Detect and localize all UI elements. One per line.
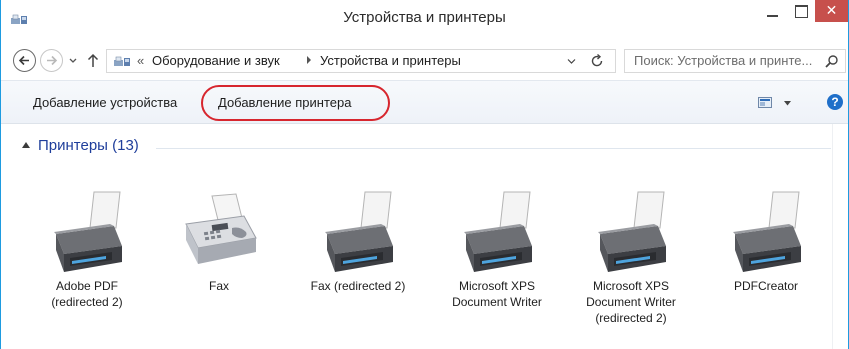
forward-arrow-icon [47, 55, 58, 66]
explorer-window: Устройства и принтеры ✕ « Оборудование и… [0, 0, 849, 349]
breadcrumb-overflow[interactable]: « [137, 53, 144, 68]
search-placeholder: Поиск: Устройства и принте... [634, 53, 813, 68]
devices-content-area: Принтеры (13) Adobe PDF (redirected 2) F… [1, 124, 848, 349]
breadcrumb-separator-icon[interactable] [307, 56, 311, 64]
title-bar[interactable]: Устройства и принтеры ✕ [1, 0, 848, 40]
printer-icon [464, 191, 532, 272]
device-label: Microsoft XPS Document Writer (redirecte… [586, 279, 676, 325]
up-arrow-icon[interactable] [86, 52, 100, 68]
printer-icon [54, 191, 122, 272]
close-button[interactable]: ✕ [815, 0, 848, 22]
printer-icon [733, 191, 801, 272]
address-dropdown-icon[interactable] [567, 58, 576, 65]
device-label: Fax (redirected 2) [310, 279, 406, 293]
address-bar[interactable]: « Оборудование и звук Устройства и принт… [106, 49, 616, 73]
change-view-icon[interactable] [758, 97, 772, 108]
forward-button[interactable] [40, 49, 63, 72]
devices-location-icon [114, 56, 130, 66]
device-label: Fax [208, 279, 229, 293]
device-label: Microsoft XPS Document Writer [452, 279, 542, 309]
window-title: Устройства и принтеры [343, 9, 506, 26]
group-collapse-triangle-icon[interactable] [22, 142, 30, 148]
minimize-button[interactable] [758, 0, 786, 22]
back-arrow-icon [18, 55, 29, 66]
printers-group-header[interactable]: Принтеры (13) [38, 137, 139, 154]
search-field[interactable]: Поиск: Устройства и принте... [624, 49, 846, 73]
add-device-button[interactable]: Добавление устройства [33, 95, 177, 110]
printer-icon [598, 191, 666, 272]
back-button[interactable] [13, 49, 36, 72]
search-icon[interactable] [824, 54, 839, 69]
help-icon[interactable]: ? [827, 94, 843, 110]
vertical-scrollbar[interactable] [832, 124, 848, 349]
recent-locations-chevron-icon[interactable] [68, 54, 78, 66]
device-label: PDFCreator [733, 279, 798, 293]
breadcrumb-devices-and-printers[interactable]: Устройства и принтеры [320, 53, 461, 68]
view-options-dropdown-icon[interactable] [784, 101, 791, 106]
add-printer-button[interactable]: Добавление принтера [218, 95, 351, 110]
device-label: Adobe PDF (redirected 2) [51, 279, 123, 309]
printer-icon [325, 191, 393, 272]
group-divider [156, 148, 831, 149]
breadcrumb-hardware-and-sound[interactable]: Оборудование и звук [152, 53, 280, 68]
fax-icon [185, 193, 257, 264]
navigation-bar: « Оборудование и звук Устройства и принт… [1, 40, 848, 80]
refresh-icon[interactable] [589, 53, 605, 69]
maximize-button[interactable] [787, 0, 815, 22]
command-bar: Добавление устройства Добавление принтер… [1, 80, 848, 124]
